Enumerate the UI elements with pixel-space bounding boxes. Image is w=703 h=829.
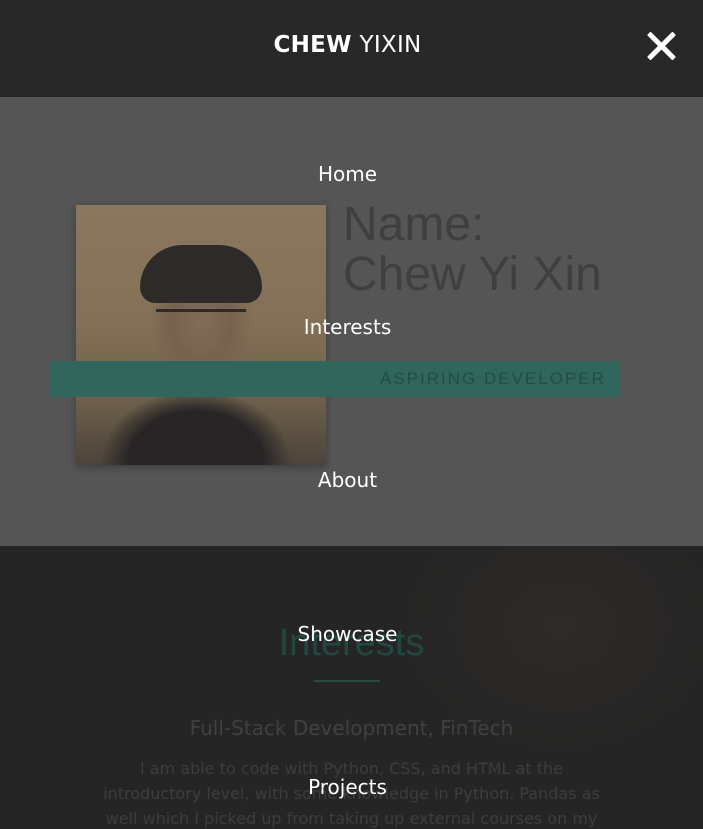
menu-item-showcase[interactable]: Showcase <box>0 622 695 646</box>
page: Name: Chew Yi Xin ASPIRING DEVELOPER Int… <box>0 0 703 829</box>
menu-overlay[interactable] <box>0 97 703 829</box>
brand-logo[interactable]: CHEW YIXIN <box>0 32 695 58</box>
top-bar: CHEW YIXIN <box>0 0 703 97</box>
menu-item-home[interactable]: Home <box>0 162 695 186</box>
menu-item-projects[interactable]: Projects <box>0 775 695 799</box>
brand-first-name: CHEW <box>273 32 352 58</box>
brand-last-name: YIXIN <box>359 32 422 58</box>
close-icon[interactable] <box>646 30 678 62</box>
menu-item-about[interactable]: About <box>0 468 695 492</box>
menu-item-interests[interactable]: Interests <box>0 315 695 339</box>
